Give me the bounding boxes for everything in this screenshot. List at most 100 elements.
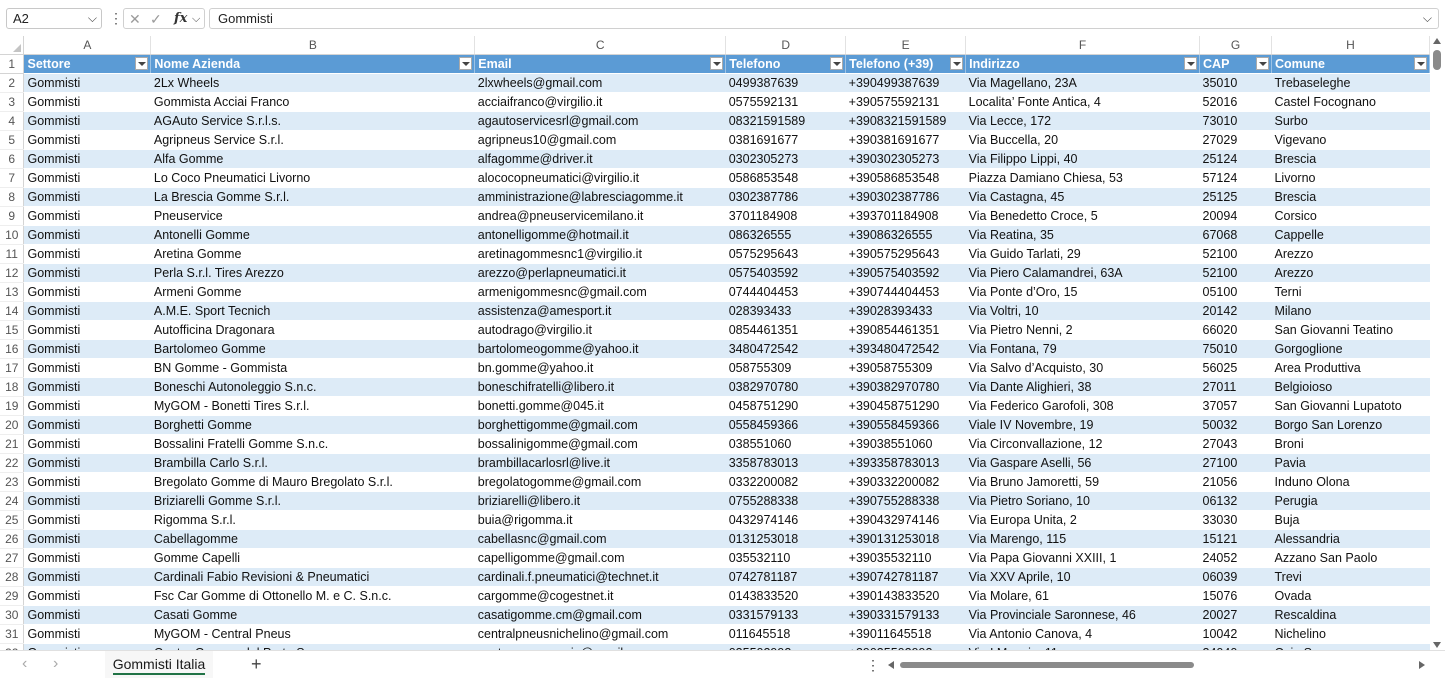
row-header[interactable]: 18 [0,377,25,397]
column-header[interactable]: D [725,36,847,55]
cell-telefono[interactable]: 0575592131 [725,92,846,112]
row-header[interactable]: 5 [0,130,25,150]
cell-email[interactable]: andrea@pneuservicemilano.it [474,206,726,226]
cell-telefono-39[interactable]: +390575403592 [845,263,966,283]
row-header[interactable]: 16 [0,339,25,359]
cell-indirizzo[interactable]: Via Provinciale Saronnese, 46 [965,605,1200,625]
name-box[interactable]: A2 ⌵ [6,8,102,29]
row-header[interactable]: 19 [0,396,25,416]
cell-nome-azienda[interactable]: Bossalini Fratelli Gomme S.n.c. [150,434,475,454]
cancel-icon[interactable]: ✕ [129,10,141,28]
cell-telefono[interactable]: 028393433 [725,301,846,321]
filter-dropdown-icon[interactable] [135,57,149,70]
cell-telefono[interactable]: 038551060 [725,434,846,454]
cell-settore[interactable]: Gommisti [23,263,151,283]
cell-telefono-39[interactable]: +390382970780 [845,377,966,397]
cell-cap[interactable]: 15076 [1199,586,1272,606]
cell-email[interactable]: brambillacarlosrl@live.it [474,453,726,473]
cell-settore[interactable]: Gommisti [23,320,151,340]
cell-telefono-39[interactable]: +390432974146 [845,510,966,530]
cell-email[interactable]: antonelligomme@hotmail.it [474,225,726,245]
cell-cap[interactable]: 15121 [1199,529,1272,549]
cell-nome-azienda[interactable]: La Brescia Gomme S.r.l. [150,187,475,207]
cell-telefono[interactable]: 0143833520 [725,586,846,606]
cell-nome-azienda[interactable]: 2Lx Wheels [150,73,475,93]
cell-comune[interactable]: Castel Focognano [1271,92,1430,112]
cell-telefono-39[interactable]: +390331579133 [845,605,966,625]
cell-email[interactable]: boneschifratelli@libero.it [474,377,726,397]
row-header[interactable]: 7 [0,168,25,188]
cell-comune[interactable]: Alessandria [1271,529,1430,549]
cell-comune[interactable]: Azzano San Paolo [1271,548,1430,568]
cell-nome-azienda[interactable]: Agripneus Service S.r.l. [150,130,475,150]
cell-nome-azienda[interactable]: MyGOM - Bonetti Tires S.r.l. [150,396,475,416]
header-cell-cap[interactable]: CAP [1199,54,1272,74]
cell-nome-azienda[interactable]: Pneuservice [150,206,475,226]
cell-email[interactable]: buia@rigomma.it [474,510,726,530]
row-header[interactable]: 22 [0,453,25,473]
previous-sheet-icon[interactable]: ‹ [22,655,27,673]
column-header[interactable]: C [474,36,727,55]
cell-indirizzo[interactable]: Via Fontana, 79 [965,339,1200,359]
horizontal-scroll-thumb[interactable] [900,662,1194,668]
cell-telefono-39[interactable]: +39058755309 [845,358,966,378]
cell-nome-azienda[interactable]: Borghetti Gomme [150,415,475,435]
cell-nome-azienda[interactable]: Gommista Acciai Franco [150,92,475,112]
cell-telefono[interactable]: 0131253018 [725,529,846,549]
cell-comune[interactable]: Trebaseleghe [1271,73,1430,93]
cell-settore[interactable]: Gommisti [23,605,151,625]
cell-comune[interactable]: Terni [1271,282,1430,302]
row-header[interactable]: 26 [0,529,25,549]
cell-nome-azienda[interactable]: AGAuto Service S.r.l.s. [150,111,475,131]
row-header[interactable]: 13 [0,282,25,302]
cell-telefono-39[interactable]: +390742781187 [845,567,966,587]
cell-telefono-39[interactable]: +390302387786 [845,187,966,207]
filter-dropdown-icon[interactable] [459,57,473,70]
cell-cap[interactable]: 27043 [1199,434,1272,454]
cell-telefono[interactable]: 0302305273 [725,149,846,169]
cell-email[interactable]: 2lxwheels@gmail.com [474,73,726,93]
cell-telefono[interactable]: 0302387786 [725,187,846,207]
cell-nome-azienda[interactable]: Alfa Gomme [150,149,475,169]
cell-email[interactable]: autodrago@virgilio.it [474,320,726,340]
cell-settore[interactable]: Gommisti [23,510,151,530]
cell-cap[interactable]: 21056 [1199,472,1272,492]
cell-cap[interactable]: 20094 [1199,206,1272,226]
filter-dropdown-icon[interactable] [1414,57,1427,70]
cell-email[interactable]: bregolatogomme@gmail.com [474,472,726,492]
row-header[interactable]: 30 [0,605,25,625]
column-header[interactable]: E [845,36,967,55]
cell-settore[interactable]: Gommisti [23,358,151,378]
scroll-down-icon[interactable] [1433,642,1441,648]
cell-indirizzo[interactable]: Via Circonvallazione, 12 [965,434,1200,454]
filter-dropdown-icon[interactable] [950,57,964,70]
row-header[interactable]: 14 [0,301,25,321]
row-header[interactable]: 2 [0,73,25,93]
column-header[interactable]: B [150,36,476,55]
cell-email[interactable]: borghettigomme@gmail.com [474,415,726,435]
cell-comune[interactable]: Pavia [1271,453,1430,473]
cell-telefono[interactable]: 0558459366 [725,415,846,435]
cell-indirizzo[interactable]: Viale IV Novembre, 19 [965,415,1200,435]
cell-indirizzo[interactable]: Via Benedetto Croce, 5 [965,206,1200,226]
cell-cap[interactable]: 27029 [1199,130,1272,150]
cell-indirizzo[interactable]: Via Gaspare Aselli, 56 [965,453,1200,473]
row-header[interactable]: 9 [0,206,25,226]
cell-nome-azienda[interactable]: Gomme Capelli [150,548,475,568]
cell-indirizzo[interactable]: Via Reatina, 35 [965,225,1200,245]
header-cell-nome-azienda[interactable]: Nome Azienda [150,54,476,74]
cell-comune[interactable]: Ovada [1271,586,1430,606]
cell-settore[interactable]: Gommisti [23,434,151,454]
cell-telefono[interactable]: 058755309 [725,358,846,378]
cell-nome-azienda[interactable]: Casati Gomme [150,605,475,625]
cell-settore[interactable]: Gommisti [23,92,151,112]
filter-dropdown-icon[interactable] [830,57,844,70]
cell-comune[interactable]: Vigevano [1271,130,1430,150]
cell-email[interactable]: assistenza@amesport.it [474,301,726,321]
scroll-right-icon[interactable] [1419,661,1425,669]
cell-comune[interactable]: Area Produttiva [1271,358,1430,378]
cell-cap[interactable]: 66020 [1199,320,1272,340]
cell-cap[interactable]: 27100 [1199,453,1272,473]
cell-nome-azienda[interactable]: Fsc Car Gomme di Ottonello M. e C. S.n.c… [150,586,475,606]
cell-email[interactable]: amministrazione@labresciagomme.it [474,187,726,207]
